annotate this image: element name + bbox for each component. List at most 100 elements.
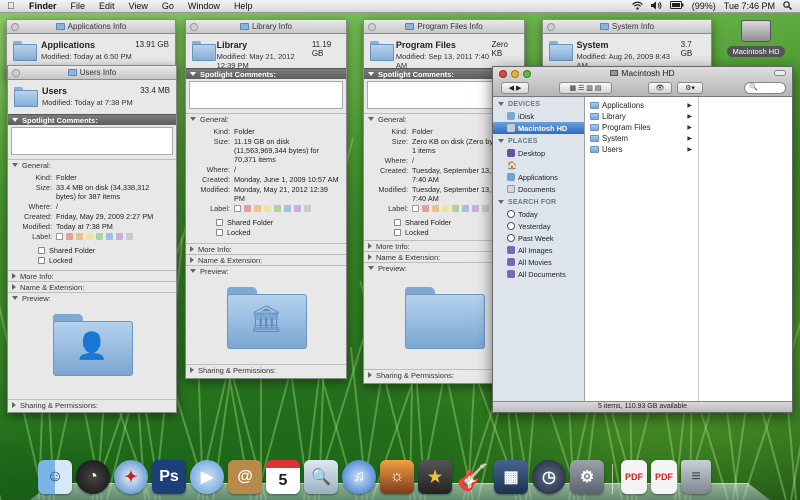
disclosure-triangle-icon[interactable]	[12, 273, 16, 279]
spotlight-comments-field[interactable]	[189, 81, 343, 109]
pdf-document-icon[interactable]: PDF	[651, 460, 677, 494]
finder-window[interactable]: Macintosh HD ◀ ▶ ▦ ☰ ▥ ▤ 👁 ⚙▾ 🔍 DEVICES …	[492, 66, 793, 413]
label-color-swatch[interactable]	[126, 233, 133, 240]
sidebar-item-today[interactable]: Today	[493, 208, 584, 220]
disclosure-triangle-icon[interactable]	[190, 269, 196, 273]
sidebar-item-past-week[interactable]: Past Week	[493, 232, 584, 244]
search-input[interactable]: 🔍	[744, 82, 786, 94]
close-button[interactable]	[368, 23, 376, 31]
label-color-swatch[interactable]	[106, 233, 113, 240]
locked-checkbox[interactable]: Locked	[186, 227, 346, 237]
label-color-swatch[interactable]	[442, 205, 449, 212]
disclosure-triangle-icon[interactable]	[190, 117, 196, 121]
spotlight-comments-field[interactable]	[11, 127, 173, 155]
label-color-swatch[interactable]	[294, 205, 301, 212]
label-color-swatch[interactable]	[422, 205, 429, 212]
battery-icon[interactable]	[669, 1, 684, 11]
finder-icon[interactable]: ☺	[38, 460, 72, 494]
spotlight-comments-section[interactable]: Spotlight Comments:	[186, 68, 346, 79]
general-section[interactable]: General:	[186, 113, 346, 124]
label-color-picker[interactable]	[56, 232, 170, 241]
ichat-icon[interactable]: ▶	[190, 460, 224, 494]
shared-folder-checkbox[interactable]: Shared Folder	[186, 217, 346, 227]
dashboard-icon[interactable]: ◔	[76, 460, 110, 494]
disclosure-triangle-icon[interactable]	[368, 243, 372, 249]
label-color-swatch[interactable]	[96, 233, 103, 240]
apple-menu-icon[interactable]: 	[0, 1, 22, 12]
menu-clock[interactable]: Tue 7:46 PM	[724, 1, 775, 11]
photoshop-icon[interactable]: Ps	[152, 460, 186, 494]
window-titlebar[interactable]: Applications Info	[7, 20, 175, 34]
pdf-document-icon[interactable]: PDF	[621, 460, 647, 494]
label-color-swatch[interactable]	[76, 233, 83, 240]
disclosure-triangle-icon[interactable]	[190, 367, 194, 373]
address-book-icon[interactable]: @	[228, 460, 262, 494]
disclosure-triangle-icon[interactable]	[368, 72, 374, 76]
list-item[interactable]: Users ▶	[586, 144, 698, 155]
disclosure-triangle-icon[interactable]	[12, 402, 16, 408]
close-button[interactable]	[11, 23, 19, 31]
list-item[interactable]: Applications ▶	[586, 100, 698, 111]
label-color-swatch[interactable]	[452, 205, 459, 212]
label-color-swatch[interactable]	[304, 205, 311, 212]
list-item[interactable]: Library ▶	[586, 111, 698, 122]
label-color-swatch[interactable]	[284, 205, 291, 212]
disclosure-triangle-icon[interactable]	[368, 254, 372, 260]
preview-section[interactable]: Preview:	[186, 265, 346, 276]
system-info-window[interactable]: System Info System Modified: Aug 26, 200…	[542, 19, 712, 70]
label-color-swatch[interactable]	[482, 205, 489, 212]
toolbar-toggle-button[interactable]	[774, 70, 786, 76]
label-color-swatch[interactable]	[66, 233, 73, 240]
name-extension-section[interactable]: Name & Extension:	[8, 281, 176, 292]
window-titlebar[interactable]: Library Info	[186, 20, 346, 34]
back-forward-buttons[interactable]: ◀ ▶	[501, 82, 529, 94]
time-machine-icon[interactable]: ◷	[532, 460, 566, 494]
sidebar-item-all-images[interactable]: All Images	[493, 244, 584, 256]
label-color-swatch[interactable]	[86, 233, 93, 240]
users-info-window[interactable]: Users Info Users Modified: Today at 7:38…	[7, 65, 177, 413]
label-color-swatch[interactable]	[274, 205, 281, 212]
label-color-swatch[interactable]	[462, 205, 469, 212]
close-button[interactable]	[547, 23, 555, 31]
list-item[interactable]: Program Files ▶	[586, 122, 698, 133]
window-titlebar[interactable]: Program Files Info	[364, 20, 524, 34]
desktop-macintosh-hd[interactable]: Macintosh HD	[720, 20, 792, 57]
disclosure-triangle-icon[interactable]	[368, 372, 372, 378]
window-titlebar[interactable]: System Info	[543, 20, 711, 34]
menu-view[interactable]: View	[122, 1, 155, 11]
disclosure-triangle-icon[interactable]	[12, 163, 18, 167]
menu-go[interactable]: Go	[155, 1, 181, 11]
disclosure-triangle-icon[interactable]	[190, 72, 196, 76]
label-color-swatch[interactable]	[432, 205, 439, 212]
close-button[interactable]	[12, 69, 20, 77]
preview-icon[interactable]: 🔍	[304, 460, 338, 494]
disclosure-triangle-icon[interactable]	[12, 284, 16, 290]
name-extension-section[interactable]: Name & Extension:	[186, 254, 346, 265]
menu-help[interactable]: Help	[227, 1, 260, 11]
wifi-icon[interactable]	[631, 1, 643, 12]
shared-folder-checkbox[interactable]: Shared Folder	[8, 245, 176, 255]
label-color-swatch[interactable]	[244, 205, 251, 212]
general-section[interactable]: General:	[8, 159, 176, 170]
sidebar-item-yesterday[interactable]: Yesterday	[493, 220, 584, 232]
sharing-permissions-section[interactable]: Sharing & Permissions:	[8, 399, 176, 410]
sharing-permissions-section[interactable]: Sharing & Permissions:	[186, 364, 346, 375]
sidebar-item-documents[interactable]: Documents	[493, 183, 584, 195]
ical-icon[interactable]: 5	[266, 460, 300, 494]
menu-file[interactable]: File	[64, 1, 93, 11]
sidebar-item-macintosh-hd[interactable]: Macintosh HD	[493, 122, 584, 134]
library-info-window[interactable]: Library Info Library Modified: May 21, 2…	[185, 19, 347, 379]
label-color-swatch[interactable]	[472, 205, 479, 212]
spotlight-icon[interactable]	[783, 0, 792, 12]
disclosure-triangle-icon[interactable]	[12, 118, 18, 122]
close-button[interactable]	[190, 23, 198, 31]
sidebar-item-all-movies[interactable]: All Movies	[493, 256, 584, 268]
disclosure-triangle-icon[interactable]	[190, 257, 194, 263]
label-color-swatch[interactable]	[254, 205, 261, 212]
trash-icon[interactable]: ≡	[681, 460, 711, 494]
sidebar-item-home[interactable]: 🏠	[493, 159, 584, 171]
no-label-swatch[interactable]	[234, 205, 241, 212]
sidebar-item-applications[interactable]: Applications	[493, 171, 584, 183]
spotlight-comments-section[interactable]: Spotlight Comments:	[8, 114, 176, 125]
no-label-swatch[interactable]	[56, 233, 63, 240]
